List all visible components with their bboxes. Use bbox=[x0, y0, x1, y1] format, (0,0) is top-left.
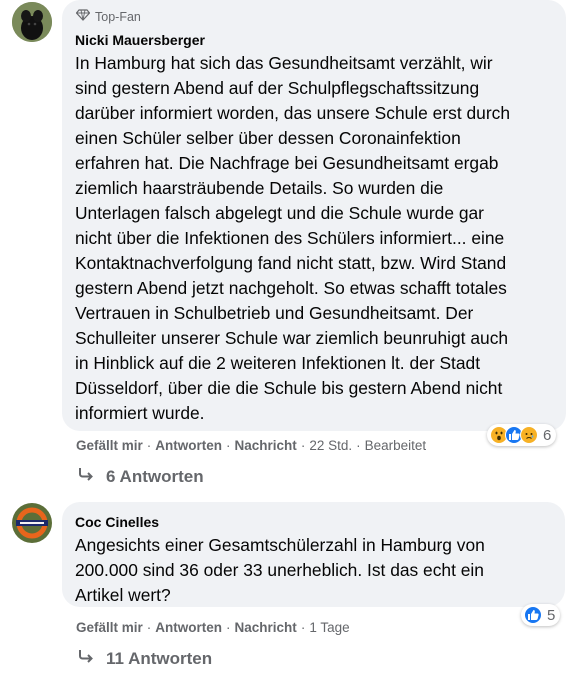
like-button[interactable]: Gefällt mir bbox=[76, 438, 143, 453]
comment-text: Angesichts einer Gesamtschülerzahl in Ha… bbox=[75, 533, 555, 608]
comment-line: nicht über die Infektionen des Schülers … bbox=[75, 228, 505, 248]
separator-dot: · bbox=[226, 438, 231, 453]
separator-dot: · bbox=[356, 438, 361, 453]
comment-line: erfahren hat. Die Nachfrage bei Gesundhe… bbox=[75, 153, 499, 173]
replies-count-label: 6 Antworten bbox=[106, 466, 204, 486]
timestamp[interactable]: 22 Std. bbox=[309, 438, 352, 453]
like-button[interactable]: Gefällt mir bbox=[76, 620, 143, 635]
comment-line: Unterlagen falsch abgelegt und die Schul… bbox=[75, 203, 484, 223]
reaction-count: 6 bbox=[543, 426, 552, 444]
comment-line: sind gestern Abend auf der Schulpflegsch… bbox=[75, 78, 480, 98]
comment-line: Artikel wert? bbox=[75, 585, 171, 605]
comment-line: einen Schüler selber über dessen Coronai… bbox=[75, 128, 461, 148]
comment-author[interactable]: Nicki Mauersberger bbox=[75, 32, 205, 48]
message-button[interactable]: Nachricht bbox=[235, 620, 297, 635]
view-replies-button[interactable]: 6 Antworten bbox=[78, 466, 204, 487]
edited-label: Bearbeitet bbox=[364, 438, 427, 453]
reaction-summary[interactable]: 6 bbox=[487, 424, 557, 446]
diamond-icon bbox=[75, 9, 91, 24]
message-button[interactable]: Nachricht bbox=[235, 438, 297, 453]
comment-line: In Hamburg hat sich das Gesundheitsamt v… bbox=[75, 53, 493, 73]
separator-dot: · bbox=[300, 620, 306, 635]
avatar-nicki[interactable] bbox=[12, 2, 52, 42]
separator-dot: · bbox=[300, 438, 306, 453]
view-replies-button[interactable]: 11 Antworten bbox=[78, 648, 212, 669]
reply-arrow-icon bbox=[78, 648, 106, 669]
comment-text: In Hamburg hat sich das Gesundheitsamt v… bbox=[75, 51, 555, 426]
comment-actions: Gefällt mir · Antworten · Nachricht · 1 … bbox=[76, 620, 350, 635]
comment-line: Kontaktnachverfolgung fand nicht statt, … bbox=[75, 253, 507, 273]
reply-button[interactable]: Antworten bbox=[155, 620, 222, 635]
comment-line: gestern Abend jetzt nachgeholt. So etwas… bbox=[75, 278, 507, 298]
comment-line: informiert wurde. bbox=[75, 403, 205, 423]
separator-dot: · bbox=[146, 620, 152, 635]
comment-line: Vertrauen in Schulbetrieb und Gesundheit… bbox=[75, 303, 474, 323]
reply-button[interactable]: Antworten bbox=[155, 438, 222, 453]
comment-line: Schulleiter unserer Schule war ziemlich … bbox=[75, 328, 509, 348]
replies-count-label: 11 Antworten bbox=[106, 648, 213, 668]
comment-line: 200.000 sind 36 oder 33 unerheblich. Ist… bbox=[75, 560, 484, 580]
reaction-summary[interactable]: 5 bbox=[521, 604, 561, 626]
timestamp[interactable]: 1 Tage bbox=[309, 620, 349, 635]
comment-line: Angesichts einer Gesamtschülerzahl in Ha… bbox=[75, 535, 485, 555]
sad-reaction-icon bbox=[520, 426, 538, 444]
comment-line: in Hinblick auf die 2 weiteren Infektion… bbox=[75, 353, 481, 373]
separator-dot: · bbox=[226, 620, 231, 635]
like-reaction-icon bbox=[524, 606, 542, 624]
reaction-count: 5 bbox=[547, 606, 556, 624]
top-fan-badge: Top-Fan bbox=[75, 9, 141, 24]
comment-actions: Gefällt mir · Antworten · Nachricht · 22… bbox=[76, 438, 426, 453]
separator-dot: · bbox=[146, 438, 152, 453]
reply-arrow-icon bbox=[78, 466, 106, 487]
comment-line: darüber informiert worden, das unsere Sc… bbox=[75, 103, 510, 123]
badge-label: Top-Fan bbox=[95, 9, 141, 24]
comment-author[interactable]: Coc Cinelles bbox=[75, 514, 159, 530]
comment-line: ziemlich haarsträubende Details. So wurd… bbox=[75, 178, 444, 198]
avatar-coc[interactable] bbox=[12, 503, 52, 543]
comment-line: Düsseldorf, über die die Schule bis gest… bbox=[75, 378, 503, 398]
